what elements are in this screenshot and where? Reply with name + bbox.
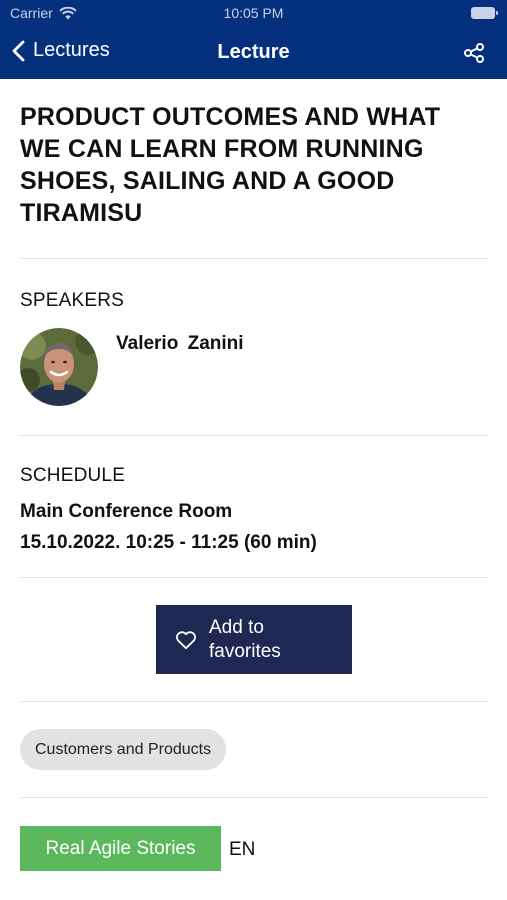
lecture-title: PRODUCT OUTCOMES AND WHAT WE CAN LEARN F… [20,103,441,227]
add-to-favorites-button[interactable]: Add to favorites [156,605,352,674]
share-button[interactable] [463,42,485,69]
add-to-favorites-label: Add to favorites [209,616,281,662]
schedule-label: SCHEDULE [20,465,126,486]
tag-chip[interactable]: Customers and Products [20,729,227,770]
status-bar: Carrier 10:05 PM [0,0,507,28]
chevron-left-icon [12,40,25,61]
divider [20,435,488,436]
favorites-section: Add to favorites [20,578,488,701]
tags-section: Customers and Products [20,702,488,797]
back-button[interactable]: Lectures [12,39,110,62]
share-icon [464,43,484,63]
navigation-bar: Lectures Lecture [0,28,507,79]
track-section: Real Agile Stories EN [20,798,488,878]
speakers-label: SPEAKERS [20,290,125,311]
track-badge[interactable]: Real Agile Stories [20,826,221,871]
speaker-item[interactable]: Valerio Zanini [20,328,488,408]
heart-icon [175,630,197,650]
schedule-datetime: 15.10.2022. 10:25 - 11:25 (60 min) [20,532,317,553]
battery-icon [471,7,498,19]
language-label: EN [229,839,256,860]
speaker-avatar [20,328,98,406]
back-label: Lectures [33,39,110,61]
status-time: 10:05 PM [223,5,284,21]
room-name: Main Conference Room [20,501,233,522]
lecture-content: PRODUCT OUTCOMES AND WHAT WE CAN LEARN F… [20,79,488,878]
divider [20,258,488,259]
speaker-name: Valerio Zanini [116,333,244,354]
